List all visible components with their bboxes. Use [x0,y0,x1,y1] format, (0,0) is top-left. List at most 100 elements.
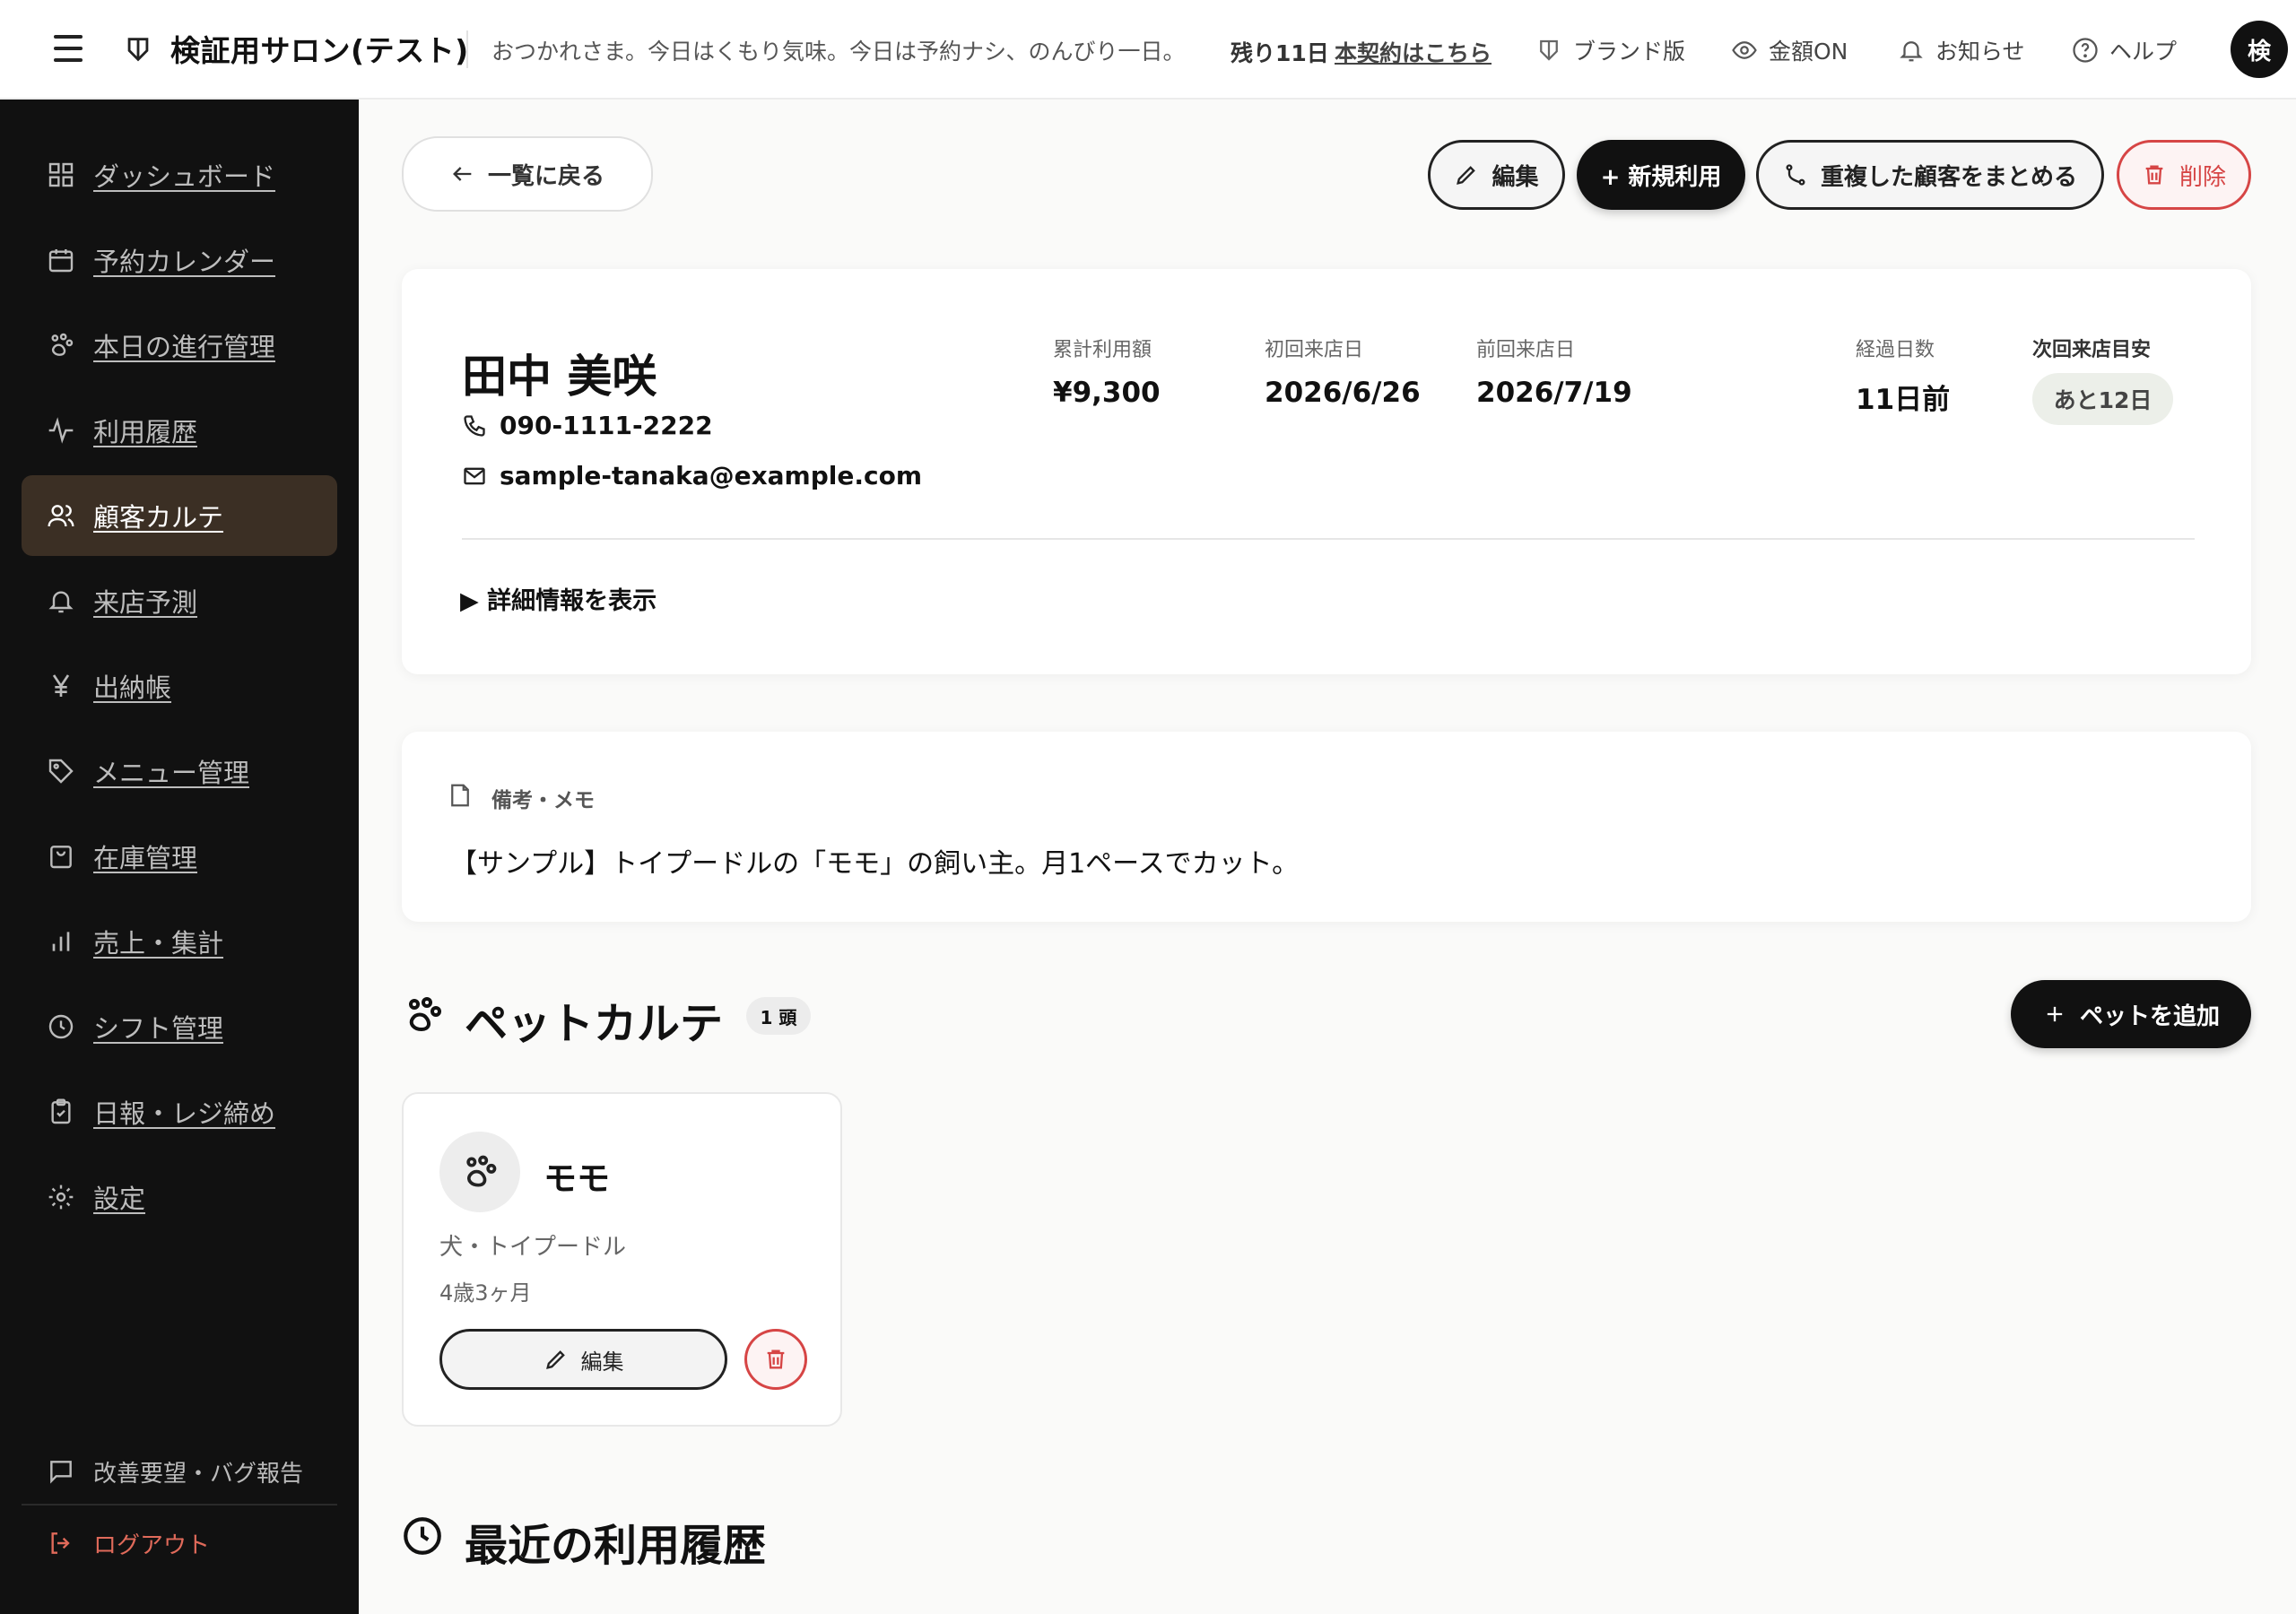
help-icon [2073,38,2098,63]
pet-avatar [439,1132,520,1212]
sidebar-item-shift[interactable]: シフト管理 [22,986,337,1067]
dashboard-icon [48,162,74,187]
customer-phone[interactable]: 090-1111-2222 [462,411,713,440]
memo-card [402,732,2251,922]
sidebar-item-calendar[interactable]: 予約カレンダー [22,220,337,300]
details-toggle[interactable]: ▶ 詳細情報を表示 [460,581,657,616]
merge-duplicates-button[interactable]: 重複した顧客をまとめる [1756,140,2104,210]
pet-breed: 犬・トイプードル [439,1234,627,1261]
customer-name: 田中 美咲 [462,351,657,403]
sidebar-item-inventory[interactable]: 在庫管理 [22,816,337,897]
stat-value-elapsed: 11日前 [1856,384,1951,416]
top-bar: 検証用サロン(テスト) おつかれさま。今日はくもり気味。今日は予約ナシ、のんびり… [0,0,2296,100]
arrow-left-icon [453,167,472,181]
sidebar-item-cashbook[interactable]: 出納帳 [22,646,337,726]
new-use-button[interactable]: + 新規利用 [1577,140,1745,210]
trash-icon [767,1349,785,1369]
sidebar-item-label: 本日の進行管理 [93,332,276,362]
pet-delete-button[interactable] [744,1329,807,1390]
stat-value-total: ¥9,300 [1053,377,1161,409]
greeting-text: おつかれさま。今日はくもり気味。今日は予約ナシ、のんびり一日。 [491,39,1186,65]
gear-icon [48,1184,74,1210]
paw-icon [466,1155,497,1187]
salon-name: 検証用サロン(テスト) [170,33,469,68]
back-button[interactable]: 一覧に戻る [402,136,653,212]
next-visit-label: 次回来店目安 [2032,339,2152,361]
sidebar-item-label: 顧客カルテ [93,502,224,533]
sidebar-item-label: 来店予測 [93,587,198,618]
activity-icon [48,417,74,444]
sidebar-item-sales[interactable]: 売上・集計 [22,901,337,982]
menu-icon[interactable] [50,30,86,66]
brand-version-link[interactable]: ブランド版 [1535,34,1685,66]
sidebar-item-customers[interactable]: 顧客カルテ [22,475,337,556]
stat-value-first-visit: 2026/6/26 [1265,377,1421,409]
paw-icon [409,997,441,1032]
clipboard-icon [51,1098,71,1124]
stat-label-elapsed: 経過日数 [1856,339,1935,361]
memo-body: 【サンプル】トイプードルの「モモ」の飼い主。月1ペースでカット。 [450,848,1300,880]
add-pet-button[interactable]: ペットを追加 [2011,980,2251,1048]
feedback-link[interactable]: 改善要望・バグ報告 [22,1445,337,1498]
pet-card: モモ 犬・トイプードル 4歳3ヶ月 編集 [402,1092,842,1427]
logout-link[interactable]: ログアウト [22,1516,337,1570]
brand-icon [127,38,149,62]
sidebar-item-label: ダッシュボード [93,161,276,192]
sidebar-item-label: 利用履歴 [93,417,198,447]
clock-icon [48,1014,74,1039]
document-icon [451,784,469,807]
merge-icon [1786,164,1805,186]
stat-label-last-visit: 前回来店日 [1476,339,1576,361]
sidebar-item-label: 予約カレンダー [93,247,276,277]
divider [466,30,468,68]
phone-icon [464,414,485,437]
stat-label-first-visit: 初回来店日 [1265,339,1364,361]
mail-icon [464,467,485,484]
customer-email[interactable]: sample-tanaka@example.com [462,461,922,490]
sidebar-item-label: シフト管理 [93,1013,224,1044]
avatar[interactable]: 検 [2231,21,2288,78]
clock-icon [404,1517,441,1555]
brand-icon [1540,39,1558,61]
trash-icon [2145,165,2163,185]
divider [462,538,2195,540]
sidebar-item-label: 日報・レジ締め [93,1098,276,1129]
sidebar-item-label: 売上・集計 [93,928,224,959]
bar-chart-icon [52,932,70,951]
sidebar-divider [22,1504,337,1506]
pet-count-badge: 1 頭 [746,997,811,1035]
bell-icon [48,591,74,613]
plus-icon [2047,1006,2063,1022]
pet-age: 4歳3ヶ月 [439,1280,532,1306]
sidebar-item-menu[interactable]: メニュー管理 [22,731,337,811]
notifications-link[interactable]: お知らせ [1898,34,2025,66]
sidebar-item-label: 設定 [93,1184,146,1214]
stat-label-total: 累計利用額 [1053,339,1152,361]
contract-link[interactable]: 本契約はこちら [1335,36,1492,68]
message-icon [50,1461,72,1484]
eye-icon [1732,41,1757,59]
sidebar: ダッシュボード 予約カレンダー 本日の進行管理 利用履歴 顧客カルテ 来店予測 … [0,100,359,1614]
sidebar-item-label: 在庫管理 [93,843,198,873]
delete-button[interactable]: 削除 [2117,140,2251,210]
pencil-icon [545,1350,565,1369]
sidebar-item-settings[interactable]: 設定 [22,1157,337,1237]
edit-button[interactable]: 編集 [1428,140,1565,210]
calendar-icon [48,249,74,273]
yen-icon [52,674,70,697]
sidebar-item-dashboard[interactable]: ダッシュボード [22,134,337,215]
amount-toggle[interactable]: 金額ON [1731,34,1848,66]
pet-edit-button[interactable]: 編集 [439,1329,727,1390]
stat-value-last-visit: 2026/7/19 [1476,377,1632,409]
sidebar-item-progress[interactable]: 本日の進行管理 [22,305,337,386]
pencil-icon [1457,166,1476,185]
sidebar-item-forecast[interactable]: 来店予測 [22,560,337,641]
memo-title: 備考・メモ [491,789,595,812]
tag-icon [48,759,74,784]
sidebar-item-history[interactable]: 利用履歴 [22,390,337,471]
next-visit-badge: あと12日 [2032,373,2173,425]
help-link[interactable]: ヘルプ [2072,34,2177,66]
logout-icon [51,1532,70,1554]
sidebar-item-label: メニュー管理 [93,758,250,788]
sidebar-item-daily-report[interactable]: 日報・レジ締め [22,1072,337,1152]
